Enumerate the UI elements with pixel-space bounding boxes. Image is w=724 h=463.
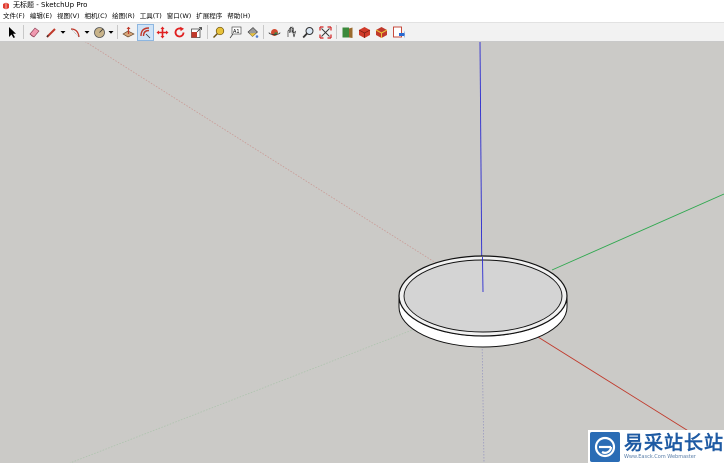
shapes-tool-button[interactable]	[92, 25, 107, 40]
offset-tool-button[interactable]	[137, 23, 154, 41]
toolbar-separator	[263, 25, 264, 39]
paint-bucket-tool-button[interactable]	[245, 25, 260, 40]
pan-tool-button[interactable]	[284, 25, 299, 40]
select-tool-icon	[9, 26, 16, 38]
extension-warehouse-button[interactable]	[357, 25, 372, 40]
scale-tool-button[interactable]	[189, 25, 204, 40]
text-tool-icon: A1	[229, 26, 242, 38]
chevron-down-icon	[60, 31, 65, 34]
move-tool-icon	[156, 26, 169, 38]
text-tool-button[interactable]: A1	[228, 25, 243, 40]
pencil-line-tool-icon	[46, 27, 56, 38]
menu-draw[interactable]: 绘图(R)	[111, 12, 139, 21]
paint-bucket-tool-icon	[247, 26, 259, 38]
push-pull-tool-icon	[122, 26, 135, 37]
3d-warehouse-icon	[342, 27, 353, 38]
red-axis-positive	[537, 336, 691, 433]
main-toolbar: A1	[0, 22, 724, 42]
zoom-tool-button[interactable]	[301, 25, 316, 40]
watermark-title: 易采站长站	[623, 432, 724, 454]
green-axis-positive	[551, 193, 724, 271]
3d-warehouse-button[interactable]	[340, 25, 355, 40]
push-pull-tool-button[interactable]	[121, 25, 136, 40]
zoom-extents-tool-icon	[319, 25, 332, 39]
toolbar-separator	[23, 25, 24, 39]
eraser-tool-icon	[29, 27, 40, 37]
disk-model[interactable]	[398, 255, 568, 348]
scale-tool-icon	[191, 26, 202, 38]
offset-tool-icon	[140, 26, 151, 38]
menu-file[interactable]: 文件(F)	[2, 12, 29, 21]
arc-tool-button[interactable]	[68, 25, 83, 40]
move-tool-button[interactable]	[155, 25, 170, 40]
zoom-tool-icon	[302, 26, 314, 38]
title-bar: 无标题 - SketchUp Pro	[0, 0, 724, 11]
menu-help[interactable]: 帮助(H)	[226, 12, 254, 21]
menu-camera[interactable]: 相机(C)	[84, 12, 112, 21]
layout-send-button[interactable]	[374, 25, 389, 40]
layout-send-icon	[375, 26, 388, 38]
line-tool-dropdown[interactable]	[59, 25, 66, 40]
blue-axis-through-disk	[482, 256, 484, 293]
extension-manager-button[interactable]	[391, 25, 406, 40]
select-tool-button[interactable]	[5, 25, 20, 40]
chevron-down-icon	[84, 31, 89, 34]
pencil-line-tool-button[interactable]	[44, 25, 59, 40]
blue-axis-negative	[481, 336, 485, 463]
site-watermark: 易采站长站 Www.Easck.Com Webmaster	[588, 430, 724, 463]
shapes-tool-dropdown[interactable]	[107, 25, 114, 40]
menu-bar: 文件(F) 编辑(E) 视图(V) 相机(C) 绘图(R) 工具(T) 窗口(W…	[0, 11, 724, 22]
menu-view[interactable]: 视图(V)	[56, 12, 84, 21]
menu-window[interactable]: 窗口(W)	[166, 12, 196, 21]
watermark-text: 易采站长站 Www.Easck.Com Webmaster	[623, 432, 724, 461]
arc-tool-icon	[70, 27, 80, 37]
zoom-extents-tool-button[interactable]	[318, 25, 333, 40]
extension-manager-icon	[393, 26, 405, 38]
extension-warehouse-icon	[358, 26, 371, 38]
window-title: 无标题 - SketchUp Pro	[13, 1, 88, 9]
toolbar-separator	[336, 25, 337, 39]
pan-tool-icon	[287, 25, 297, 37]
watermark-logo-icon	[590, 431, 620, 462]
sketchup-logo-icon	[3, 2, 9, 9]
tape-measure-tool-button[interactable]	[211, 25, 226, 40]
scene-canvas[interactable]	[0, 42, 724, 463]
green-axis-negative	[69, 326, 421, 463]
rotate-tool-button[interactable]	[172, 25, 187, 40]
menu-edit[interactable]: 编辑(E)	[29, 12, 56, 21]
menu-tools[interactable]: 工具(T)	[139, 12, 166, 21]
toolbar-separator	[207, 25, 208, 39]
rotate-tool-icon	[174, 26, 185, 37]
svg-text:A1: A1	[233, 28, 240, 34]
arc-tool-dropdown[interactable]	[83, 25, 90, 40]
orbit-tool-button[interactable]	[267, 25, 282, 40]
tape-measure-tool-icon	[213, 26, 225, 38]
model-viewport[interactable]	[0, 42, 724, 463]
toolbar-separator	[117, 25, 118, 39]
menu-extensions[interactable]: 扩展程序	[195, 12, 226, 21]
chevron-down-icon	[108, 31, 113, 34]
blue-axis-positive	[479, 42, 483, 293]
shapes-tool-icon	[94, 26, 105, 38]
orbit-tool-icon	[268, 28, 281, 36]
eraser-tool-button[interactable]	[27, 25, 42, 40]
watermark-subtitle: Www.Easck.Com Webmaster	[623, 454, 696, 460]
red-axis-negative	[85, 42, 483, 293]
